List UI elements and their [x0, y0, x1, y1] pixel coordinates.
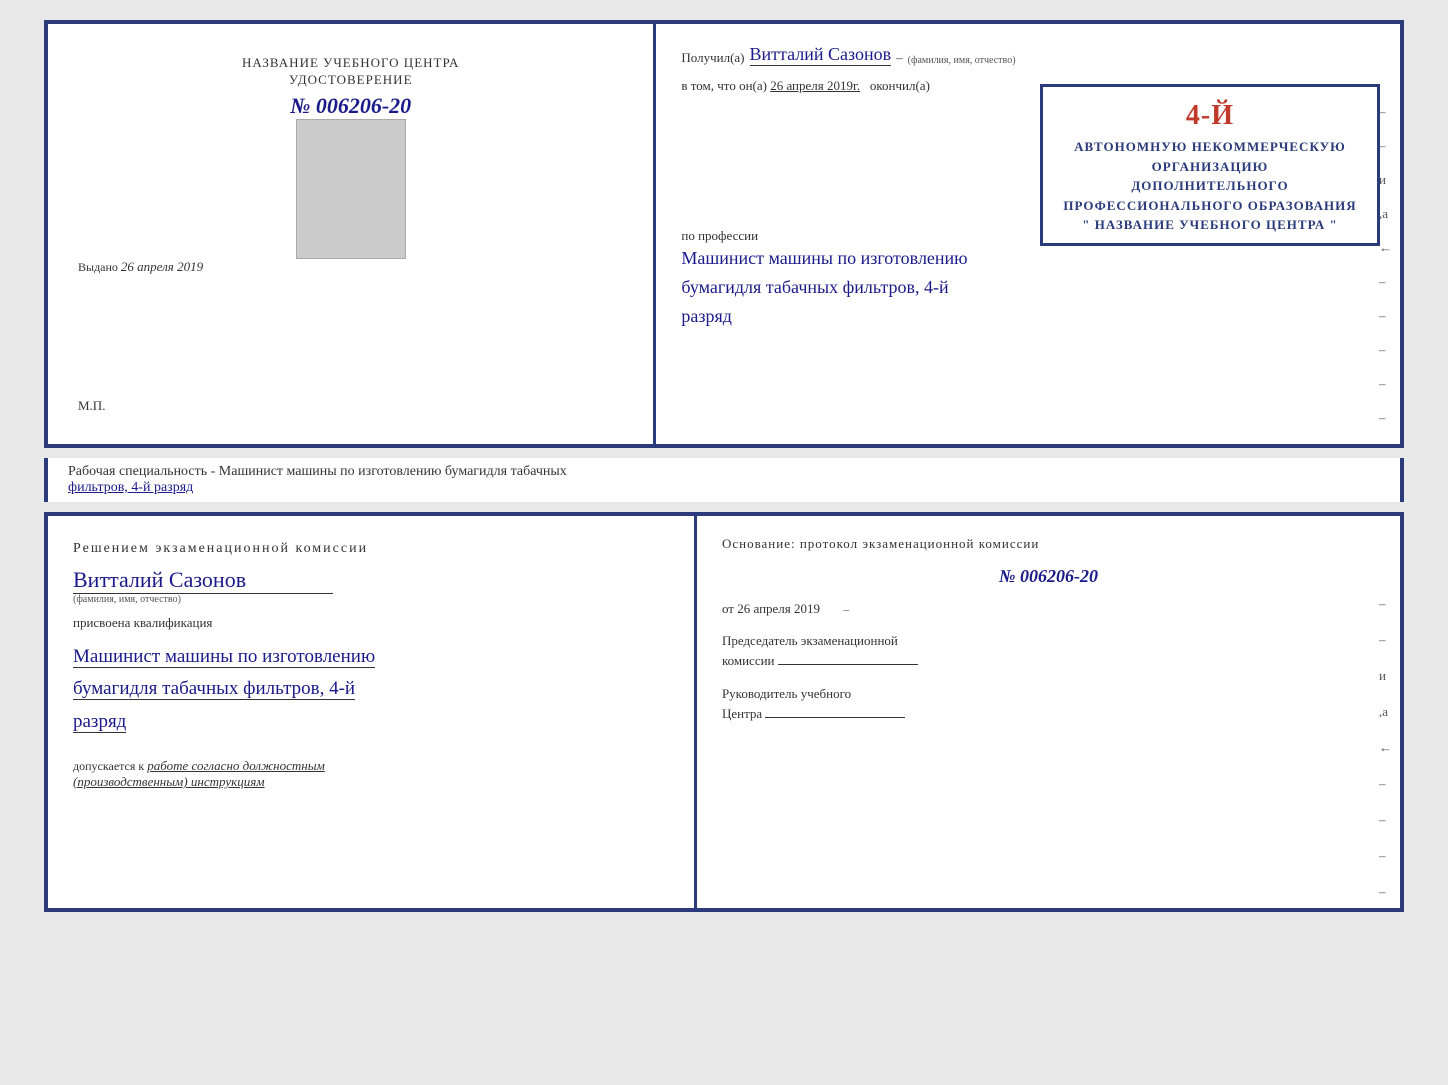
admitted-prefix: допускается к — [73, 759, 144, 773]
assigned-label: присвоена квалификация — [73, 615, 669, 631]
chairman-block: Председатель экзаменационной комиссии — [722, 631, 1375, 670]
from-date-value: 26 апреля 2019 — [737, 601, 820, 616]
chairman-label: Председатель экзаменационной — [722, 633, 898, 648]
stamp-number: 4-й — [1055, 95, 1365, 137]
bottom-document: Решением экзаменационной комиссии Виттал… — [44, 512, 1404, 912]
top-document: НАЗВАНИЕ УЧЕБНОГО ЦЕНТРА УДОСТОВЕРЕНИЕ №… — [44, 20, 1404, 448]
komissia-title: Решением экзаменационной комиссии — [73, 541, 669, 557]
bottom-profession-block: Машинист машины по изготовлению бумагидл… — [73, 641, 669, 738]
bottom-profession-text: Машинист машины по изготовлению бумагидл… — [73, 646, 375, 733]
completed-date: 26 апреля 2019г. — [770, 78, 860, 93]
photo-placeholder — [296, 119, 406, 259]
cert-number: № 006206-20 — [290, 93, 411, 118]
cert-number-block: УДОСТОВЕРЕНИЕ № 006206-20 — [289, 72, 413, 119]
top-left-panel: НАЗВАНИЕ УЧЕБНОГО ЦЕНТРА УДОСТОВЕРЕНИЕ №… — [48, 24, 656, 444]
chairman-signature-line — [778, 664, 918, 665]
right-dashes-top: – – и ,а ← – – – – – — [1379, 104, 1392, 426]
cert-label: УДОСТОВЕРЕНИЕ — [289, 72, 413, 88]
issued-block: Выдано 26 апреля 2019 — [68, 259, 633, 275]
director-label2: Центра — [722, 706, 762, 721]
stamp-line3: ДОПОЛНИТЕЛЬНОГО ПРОФЕССИОНАЛЬНОГО ОБРАЗО… — [1063, 178, 1356, 213]
profession-prefix: по профессии — [681, 228, 758, 243]
bottom-right-panel: Основание: протокол экзаменационной коми… — [697, 516, 1400, 908]
received-line: Получил(а) Витталий Сазонов – (фамилия, … — [681, 44, 1375, 66]
stamp-line2: АВТОНОМНУЮ НЕКОММЕРЧЕСКУЮ ОРГАНИЗАЦИЮ — [1074, 139, 1346, 174]
bottom-name-note: (фамилия, имя, отчество) — [73, 594, 669, 605]
director-label: Руководитель учебного — [722, 686, 851, 701]
from-date-block: от 26 апреля 2019 – — [722, 601, 1375, 617]
osnov-label: Основание: протокол экзаменационной коми… — [722, 536, 1375, 552]
top-right-panel: Получил(а) Витталий Сазонов – (фамилия, … — [656, 24, 1400, 444]
profession-text: Машинист машины по изготовлению бумагидл… — [681, 244, 1375, 330]
speciality-banner: Рабочая специальность - Машинист машины … — [44, 458, 1404, 502]
bottom-person-name: Витталий Сазонов — [73, 567, 333, 594]
director-block: Руководитель учебного Центра — [722, 684, 1375, 723]
admitted-block: допускается к работе согласно должностны… — [73, 758, 669, 790]
speciality-prefix: Рабочая специальность - Машинист машины … — [68, 464, 567, 479]
center-title: НАЗВАНИЕ УЧЕБНОГО ЦЕНТРА — [242, 54, 459, 72]
stamp-line4: " НАЗВАНИЕ УЧЕБНОГО ЦЕНТРА " — [1082, 217, 1337, 232]
speciality-underline: фильтров, 4-й разряд — [68, 480, 193, 495]
received-prefix: Получил(а) — [681, 50, 744, 66]
chairman-label2: комиссии — [722, 653, 775, 668]
recipient-name: Витталий Сазонов — [750, 44, 892, 66]
director-signature-line — [765, 717, 905, 718]
mp-block: М.П. — [68, 398, 105, 414]
name-note: (фамилия, имя, отчество) — [908, 55, 1016, 66]
stamp-box: 4-й АВТОНОМНУЮ НЕКОММЕРЧЕСКУЮ ОРГАНИЗАЦИ… — [1040, 84, 1380, 246]
bottom-left-panel: Решением экзаменационной комиссии Виттал… — [48, 516, 697, 908]
issued-label: Выдано 26 апреля 2019 — [78, 260, 203, 274]
right-dashes-bottom: – – и ,а ← – – – – — [1379, 596, 1392, 900]
protocol-number: № 006206-20 — [722, 566, 1375, 587]
bottom-name-block: Витталий Сазонов (фамилия, имя, отчество… — [73, 567, 669, 605]
